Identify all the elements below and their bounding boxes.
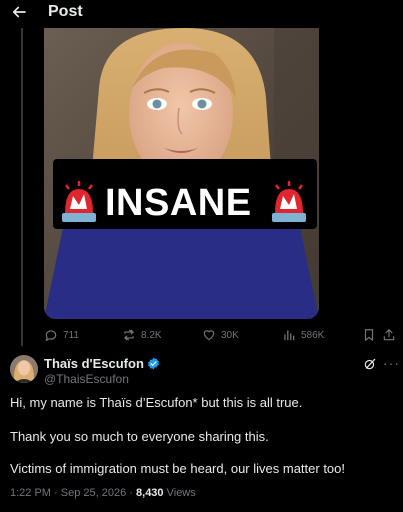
top-bar: Post <box>0 0 403 28</box>
repost-count: 8.2K <box>141 329 162 341</box>
verified-badge-icon <box>147 357 159 370</box>
views-label: Views <box>166 487 196 499</box>
author-name-row[interactable]: Thaïs d'Escufon <box>44 356 160 371</box>
reply-button[interactable]: 711 <box>44 326 79 344</box>
thread-line <box>21 28 23 346</box>
tweet-text-line: Hi, my name is Thaïs d’Escufon* but this… <box>10 395 303 410</box>
bookmark-button[interactable] <box>362 326 376 344</box>
grok-icon[interactable] <box>363 357 377 371</box>
bookmark-icon <box>364 329 374 341</box>
action-bar: 711 8.2K 30K 586K <box>44 326 396 344</box>
repost-icon <box>124 329 134 341</box>
avatar-image <box>10 355 38 383</box>
more-options-icon[interactable]: ··· <box>383 355 400 371</box>
views-count: 586K <box>301 329 325 341</box>
like-button[interactable]: 30K <box>202 326 239 344</box>
siren-emoji-icon <box>272 181 306 222</box>
view-count: 8,430 <box>136 487 164 499</box>
like-count: 30K <box>221 329 239 341</box>
analytics-icon <box>284 330 295 341</box>
meta-separator: · <box>54 487 58 499</box>
caption-text: INSANE <box>105 182 252 224</box>
post-date[interactable]: Sep 25, 2026 <box>61 487 126 499</box>
post-meta: 1:22 PM · Sep 25, 2026 · 8,430 Views <box>10 487 196 499</box>
share-button[interactable] <box>382 326 396 344</box>
heart-icon <box>203 330 215 341</box>
siren-emoji-icon <box>62 181 96 222</box>
views-button[interactable]: 586K <box>282 326 324 344</box>
page-title: Post <box>48 3 83 20</box>
tweet-text-line: Victims of immigration must be heard, ou… <box>10 461 345 476</box>
meta-separator: · <box>129 487 133 499</box>
avatar[interactable] <box>10 355 38 383</box>
reply-icon <box>45 330 57 342</box>
tweet-text-line: Thank you so much to everyone sharing th… <box>10 429 269 444</box>
author-handle[interactable]: @ThaisEscufon <box>44 372 129 386</box>
author-name: Thaïs d'Escufon <box>44 356 144 371</box>
share-icon <box>383 329 395 341</box>
back-arrow-icon[interactable] <box>10 3 28 21</box>
post-time[interactable]: 1:22 PM <box>10 487 51 499</box>
reply-count: 711 <box>63 329 79 341</box>
repost-button[interactable]: 8.2K <box>122 326 162 344</box>
